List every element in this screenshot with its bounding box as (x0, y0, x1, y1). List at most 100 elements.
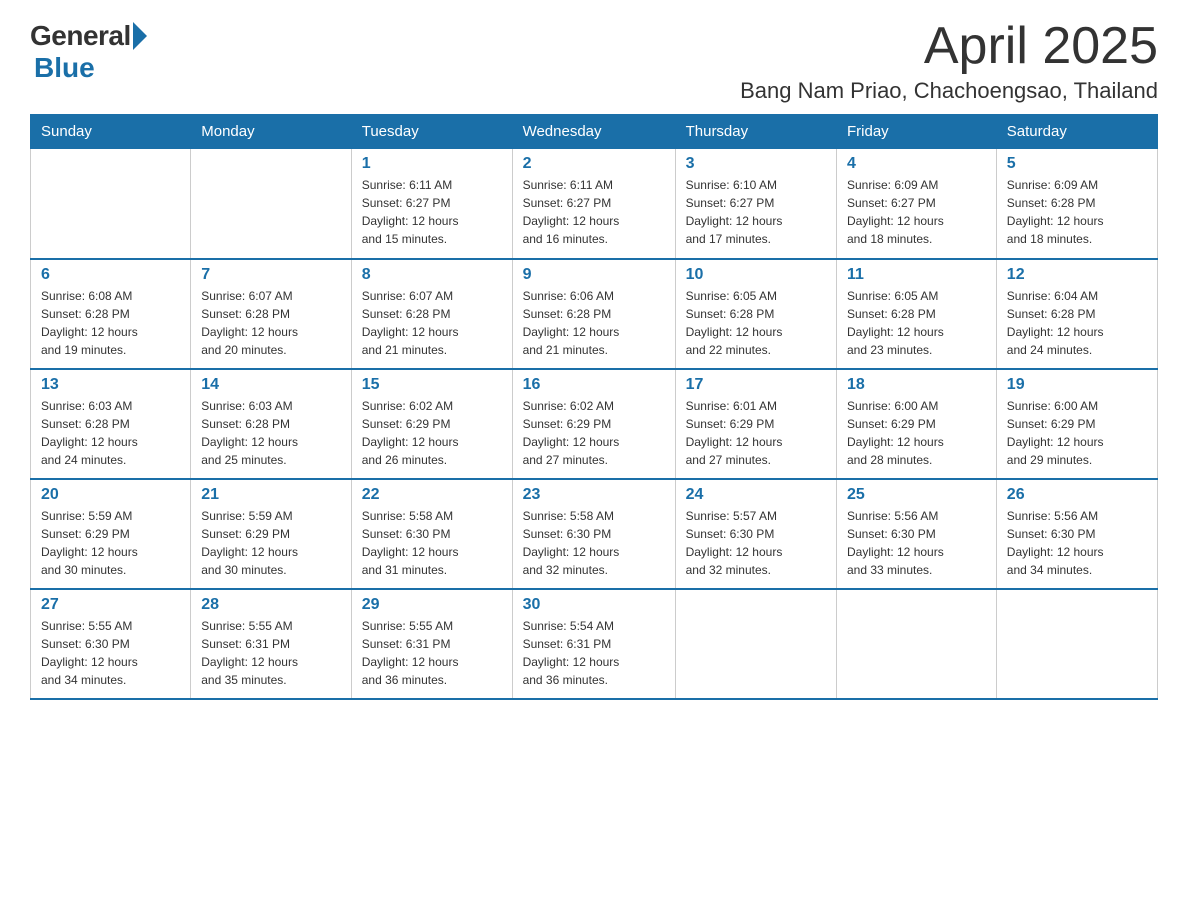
day-info: Sunrise: 6:05 AM Sunset: 6:28 PM Dayligh… (686, 287, 826, 359)
day-number: 19 (1007, 376, 1147, 394)
calendar-cell: 11 Sunrise: 6:05 AM Sunset: 6:28 PM Dayli… (836, 259, 996, 369)
day-number: 10 (686, 266, 826, 284)
day-info: Sunrise: 6:07 AM Sunset: 6:28 PM Dayligh… (362, 287, 502, 359)
weekday-header-thursday: Thursday (675, 115, 836, 149)
day-number: 15 (362, 376, 502, 394)
location-title: Bang Nam Priao, Chachoengsao, Thailand (740, 78, 1158, 104)
day-number: 5 (1007, 155, 1147, 173)
day-info: Sunrise: 5:56 AM Sunset: 6:30 PM Dayligh… (1007, 507, 1147, 579)
day-number: 11 (847, 266, 986, 284)
day-info: Sunrise: 6:05 AM Sunset: 6:28 PM Dayligh… (847, 287, 986, 359)
calendar-cell: 29 Sunrise: 5:55 AM Sunset: 6:31 PM Dayli… (351, 589, 512, 699)
calendar-cell: 25Sunrise: 5:56 AM Sunset: 6:30 PM Dayli… (836, 479, 996, 589)
day-info: Sunrise: 6:00 AM Sunset: 6:29 PM Dayligh… (847, 397, 986, 469)
day-number: 8 (362, 266, 502, 284)
calendar-cell: 23 Sunrise: 5:58 AM Sunset: 6:30 PM Dayli… (512, 479, 675, 589)
calendar-cell: 9 Sunrise: 6:06 AM Sunset: 6:28 PM Daylig… (512, 259, 675, 369)
calendar-cell: 17 Sunrise: 6:01 AM Sunset: 6:29 PM Dayli… (675, 369, 836, 479)
calendar-cell: 4 Sunrise: 6:09 AM Sunset: 6:27 PM Daylig… (836, 149, 996, 259)
weekday-header-monday: Monday (191, 115, 351, 149)
weekday-header-row: SundayMondayTuesdayWednesdayThursdayFrid… (31, 115, 1158, 149)
day-number: 7 (201, 266, 340, 284)
calendar-header: SundayMondayTuesdayWednesdayThursdayFrid… (31, 115, 1158, 149)
day-info: Sunrise: 6:11 AM Sunset: 6:27 PM Dayligh… (362, 176, 502, 248)
day-info: Sunrise: 6:09 AM Sunset: 6:27 PM Dayligh… (847, 176, 986, 248)
day-number: 4 (847, 155, 986, 173)
day-number: 17 (686, 376, 826, 394)
week-row-2: 6 Sunrise: 6:08 AM Sunset: 6:28 PM Daylig… (31, 259, 1158, 369)
day-info: Sunrise: 6:09 AM Sunset: 6:28 PM Dayligh… (1007, 176, 1147, 248)
calendar-cell: 3 Sunrise: 6:10 AM Sunset: 6:27 PM Daylig… (675, 149, 836, 259)
logo: General Blue (30, 20, 147, 84)
day-info: Sunrise: 5:57 AM Sunset: 6:30 PM Dayligh… (686, 507, 826, 579)
calendar-cell: 26 Sunrise: 5:56 AM Sunset: 6:30 PM Dayli… (996, 479, 1157, 589)
day-info: Sunrise: 6:03 AM Sunset: 6:28 PM Dayligh… (201, 397, 340, 469)
header: General Blue April 2025 Bang Nam Priao, … (30, 20, 1158, 104)
calendar-cell: 21 Sunrise: 5:59 AM Sunset: 6:29 PM Dayli… (191, 479, 351, 589)
calendar-cell: 15 Sunrise: 6:02 AM Sunset: 6:29 PM Dayli… (351, 369, 512, 479)
calendar-cell: 14 Sunrise: 6:03 AM Sunset: 6:28 PM Dayli… (191, 369, 351, 479)
day-number: 14 (201, 376, 340, 394)
day-number: 1 (362, 155, 502, 173)
day-number: 9 (523, 266, 665, 284)
day-info: Sunrise: 5:55 AM Sunset: 6:31 PM Dayligh… (362, 617, 502, 689)
day-info: Sunrise: 6:06 AM Sunset: 6:28 PM Dayligh… (523, 287, 665, 359)
day-number: 28 (201, 596, 340, 614)
day-info: Sunrise: 6:11 AM Sunset: 6:27 PM Dayligh… (523, 176, 665, 248)
day-number: 18 (847, 376, 986, 394)
calendar-cell: 20Sunrise: 5:59 AM Sunset: 6:29 PM Dayli… (31, 479, 191, 589)
calendar-cell: 8 Sunrise: 6:07 AM Sunset: 6:28 PM Daylig… (351, 259, 512, 369)
calendar-cell: 16 Sunrise: 6:02 AM Sunset: 6:29 PM Dayli… (512, 369, 675, 479)
calendar-cell (836, 589, 996, 699)
calendar-cell (996, 589, 1157, 699)
day-number: 21 (201, 486, 340, 504)
day-number: 12 (1007, 266, 1147, 284)
day-number: 27 (41, 596, 180, 614)
day-number: 2 (523, 155, 665, 173)
day-number: 23 (523, 486, 665, 504)
logo-arrow-icon (133, 22, 147, 50)
day-info: Sunrise: 6:03 AM Sunset: 6:28 PM Dayligh… (41, 397, 180, 469)
day-info: Sunrise: 5:58 AM Sunset: 6:30 PM Dayligh… (523, 507, 665, 579)
weekday-header-wednesday: Wednesday (512, 115, 675, 149)
week-row-3: 13Sunrise: 6:03 AM Sunset: 6:28 PM Dayli… (31, 369, 1158, 479)
day-info: Sunrise: 6:00 AM Sunset: 6:29 PM Dayligh… (1007, 397, 1147, 469)
day-number: 20 (41, 486, 180, 504)
week-row-4: 20 Sunrise: 5:59 AM Sunset: 6:29 PM Dayli… (31, 479, 1158, 589)
day-info: Sunrise: 5:56 AM Sunset: 6:30 PM Dayligh… (847, 507, 986, 579)
day-info: Sunrise: 6:02 AM Sunset: 6:29 PM Dayligh… (362, 397, 502, 469)
day-info: Sunrise: 6:10 AM Sunset: 6:27 PM Dayligh… (686, 176, 826, 248)
day-number: 26 (1007, 486, 1147, 504)
day-info: Sunrise: 6:04 AM Sunset: 6:28 PM Dayligh… (1007, 287, 1147, 359)
weekday-header-friday: Friday (836, 115, 996, 149)
calendar-table: SundayMondayTuesdayWednesdayThursdayFrid… (30, 114, 1158, 700)
calendar-cell (675, 589, 836, 699)
logo-general-text: General (30, 20, 131, 52)
day-info: Sunrise: 5:55 AM Sunset: 6:30 PM Dayligh… (41, 617, 180, 689)
calendar-cell: 22Sunrise: 5:58 AM Sunset: 6:30 PM Dayli… (351, 479, 512, 589)
day-info: Sunrise: 6:08 AM Sunset: 6:28 PM Dayligh… (41, 287, 180, 359)
week-row-1: 1 Sunrise: 6:11 AM Sunset: 6:27 PM Daylig… (31, 149, 1158, 259)
calendar-body: 1 Sunrise: 6:11 AM Sunset: 6:27 PM Daylig… (31, 149, 1158, 699)
calendar-cell: 13Sunrise: 6:03 AM Sunset: 6:28 PM Dayli… (31, 369, 191, 479)
weekday-header-sunday: Sunday (31, 115, 191, 149)
calendar-cell: 27 Sunrise: 5:55 AM Sunset: 6:30 PM Dayli… (31, 589, 191, 699)
calendar-cell: 2 Sunrise: 6:11 AM Sunset: 6:27 PM Daylig… (512, 149, 675, 259)
day-number: 30 (523, 596, 665, 614)
day-number: 3 (686, 155, 826, 173)
calendar-cell: 12 Sunrise: 6:04 AM Sunset: 6:28 PM Dayli… (996, 259, 1157, 369)
calendar-cell: 24Sunrise: 5:57 AM Sunset: 6:30 PM Dayli… (675, 479, 836, 589)
calendar-cell: 18 Sunrise: 6:00 AM Sunset: 6:29 PM Dayli… (836, 369, 996, 479)
day-number: 29 (362, 596, 502, 614)
calendar-cell: 5 Sunrise: 6:09 AM Sunset: 6:28 PM Daylig… (996, 149, 1157, 259)
day-info: Sunrise: 6:02 AM Sunset: 6:29 PM Dayligh… (523, 397, 665, 469)
day-info: Sunrise: 5:54 AM Sunset: 6:31 PM Dayligh… (523, 617, 665, 689)
month-title: April 2025 (740, 20, 1158, 72)
day-number: 16 (523, 376, 665, 394)
day-info: Sunrise: 5:55 AM Sunset: 6:31 PM Dayligh… (201, 617, 340, 689)
day-number: 6 (41, 266, 180, 284)
calendar-cell: 19 Sunrise: 6:00 AM Sunset: 6:29 PM Dayli… (996, 369, 1157, 479)
calendar-cell: 6 Sunrise: 6:08 AM Sunset: 6:28 PM Daylig… (31, 259, 191, 369)
day-info: Sunrise: 6:01 AM Sunset: 6:29 PM Dayligh… (686, 397, 826, 469)
day-info: Sunrise: 5:59 AM Sunset: 6:29 PM Dayligh… (201, 507, 340, 579)
